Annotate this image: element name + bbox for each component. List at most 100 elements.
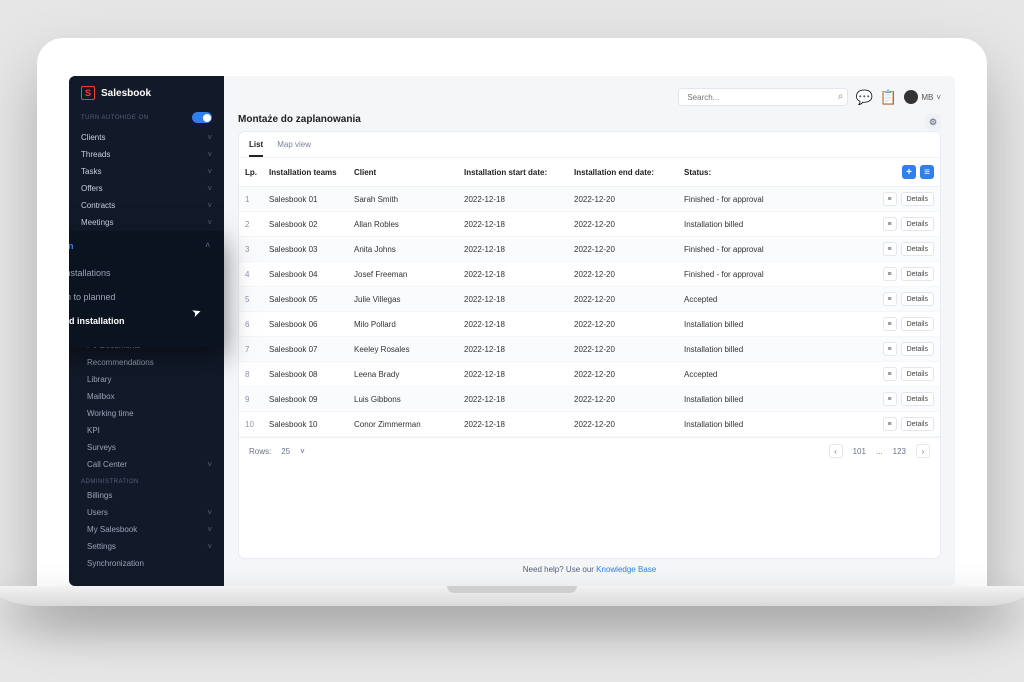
th-end[interactable]: Installation end date: xyxy=(568,158,678,187)
row-menu-button[interactable]: ≡ xyxy=(883,292,897,306)
row-details-button[interactable]: Details xyxy=(901,317,934,331)
chevron-down-icon: ˅ xyxy=(207,201,212,210)
cell-team: Salesbook 07 xyxy=(263,337,348,362)
th-status[interactable]: Status: xyxy=(678,158,872,187)
table-row: 8Salesbook 08Leena Brady2022-12-182022-1… xyxy=(239,362,940,387)
row-menu-button[interactable]: ≡ xyxy=(883,417,897,431)
sidebar-item-my-salesbook[interactable]: My Salesbook˅ xyxy=(69,521,224,538)
sidebar: S Salesbook TURN AUTOHIDE ON Clients˅Thr… xyxy=(69,76,224,586)
page-prev-button[interactable]: ‹ xyxy=(829,444,843,458)
row-details-button[interactable]: Details xyxy=(901,367,934,381)
row-details-button[interactable]: Details xyxy=(901,192,934,206)
sidebar-item-mailbox[interactable]: Mailbox xyxy=(69,388,224,405)
user-menu[interactable]: MB ˅ xyxy=(904,90,941,104)
row-details-button[interactable]: Details xyxy=(901,242,934,256)
chat-icon[interactable]: 💬 xyxy=(856,89,872,105)
cell-lp: 3 xyxy=(239,237,263,262)
sidebar-item-tasks[interactable]: Tasks˅ xyxy=(69,163,224,180)
sidebar-item-offers[interactable]: Offers˅ xyxy=(69,180,224,197)
flyout-opt-toplan[interactable]: Installation to planned xyxy=(69,285,210,309)
row-details-button[interactable]: Details xyxy=(901,392,934,406)
row-menu-button[interactable]: ≡ xyxy=(883,342,897,356)
rows-value[interactable]: 25 xyxy=(281,447,290,456)
search-icon[interactable]: ⌕ xyxy=(838,91,844,102)
th-lp[interactable]: Lp. xyxy=(239,158,263,187)
cell-client: Keeley Rosales xyxy=(348,337,458,362)
chevron-down-icon: ˅ xyxy=(207,525,212,534)
cell-team: Salesbook 03 xyxy=(263,237,348,262)
brand[interactable]: S Salesbook xyxy=(69,76,224,108)
row-menu-button[interactable]: ≡ xyxy=(883,392,897,406)
th-client[interactable]: Client xyxy=(348,158,458,187)
cell-end: 2022-12-20 xyxy=(568,337,678,362)
sidebar-item-synchronization[interactable]: Synchronization xyxy=(69,555,224,572)
th-actions: + ≡ xyxy=(872,158,940,187)
cell-team: Salesbook 01 xyxy=(263,187,348,212)
row-menu-button[interactable]: ≡ xyxy=(883,367,897,381)
gear-icon[interactable]: ⚙ xyxy=(925,114,941,130)
page-last[interactable]: 123 xyxy=(893,447,906,456)
page-next-button[interactable]: › xyxy=(916,444,930,458)
installation-flyout: Installation ˄ Planned installations Ins… xyxy=(69,231,224,347)
row-details-button[interactable]: Details xyxy=(901,342,934,356)
chevron-up-icon[interactable]: ˄ xyxy=(205,241,210,251)
tab-list[interactable]: List xyxy=(249,140,263,157)
row-menu-button[interactable]: ≡ xyxy=(883,267,897,281)
row-details-button[interactable]: Details xyxy=(901,292,934,306)
cell-status: Finished - for approval xyxy=(678,187,872,212)
app-screen: S Salesbook TURN AUTOHIDE ON Clients˅Thr… xyxy=(69,76,955,586)
cell-start: 2022-12-18 xyxy=(458,187,568,212)
search-input[interactable] xyxy=(678,88,848,106)
sidebar-item-recommendations[interactable]: Recommendations xyxy=(69,354,224,371)
sidebar-item-billings[interactable]: Billings xyxy=(69,487,224,504)
avatar xyxy=(904,90,918,104)
sidebar-item-threads[interactable]: Threads˅ xyxy=(69,146,224,163)
cell-client: Josef Freeman xyxy=(348,262,458,287)
row-details-button[interactable]: Details xyxy=(901,417,934,431)
cell-start: 2022-12-18 xyxy=(458,212,568,237)
sidebar-item-library[interactable]: Library xyxy=(69,371,224,388)
chevron-down-icon: ˅ xyxy=(207,150,212,159)
sidebar-item-settings[interactable]: Settings˅ xyxy=(69,538,224,555)
row-details-button[interactable]: Details xyxy=(901,217,934,231)
cell-end: 2022-12-20 xyxy=(568,387,678,412)
add-button[interactable]: + xyxy=(902,165,916,179)
cell-team: Salesbook 04 xyxy=(263,262,348,287)
help-link[interactable]: Knowledge Base xyxy=(596,565,656,574)
row-menu-button[interactable]: ≡ xyxy=(883,217,897,231)
table-footer: Rows: 25 ˅ ‹ 101 ... 123 › xyxy=(239,437,940,464)
sidebar-item-working-time[interactable]: Working time xyxy=(69,405,224,422)
sidebar-item-call-center[interactable]: Call Center˅ xyxy=(69,456,224,473)
sidebar-item-users[interactable]: Users˅ xyxy=(69,504,224,521)
row-menu-button[interactable]: ≡ xyxy=(883,242,897,256)
autohide-toggle[interactable] xyxy=(192,112,212,123)
cell-end: 2022-12-20 xyxy=(568,287,678,312)
cell-status: Installation billed xyxy=(678,387,872,412)
sidebar-item-meetings[interactable]: Meetings˅ xyxy=(69,214,224,231)
list-toggle-button[interactable]: ≡ xyxy=(920,165,934,179)
th-team[interactable]: Installation teams xyxy=(263,158,348,187)
row-menu-button[interactable]: ≡ xyxy=(883,317,897,331)
th-start[interactable]: Installation start date: xyxy=(458,158,568,187)
sidebar-item-kpi[interactable]: KPI xyxy=(69,422,224,439)
sidebar-item-clients[interactable]: Clients˅ xyxy=(69,129,224,146)
flyout-title[interactable]: Installation xyxy=(69,241,74,251)
cell-status: Accepted xyxy=(678,287,872,312)
row-menu-button[interactable]: ≡ xyxy=(883,192,897,206)
notes-icon[interactable]: 📋 xyxy=(880,89,896,105)
cell-client: Luis Gibbons xyxy=(348,387,458,412)
flyout-opt-planned[interactable]: Planned installations xyxy=(69,261,210,285)
cell-start: 2022-12-18 xyxy=(458,237,568,262)
sidebar-item-contracts[interactable]: Contracts˅ xyxy=(69,197,224,214)
row-details-button[interactable]: Details xyxy=(901,267,934,281)
tab-map[interactable]: Map view xyxy=(277,140,311,157)
sidebar-item-surveys[interactable]: Surveys xyxy=(69,439,224,456)
chevron-down-icon[interactable]: ˅ xyxy=(300,447,305,456)
rows-label: Rows: xyxy=(249,447,271,456)
main-pane: ⌕ 💬 📋 MB ˅ Montaże do zaplanowania ⚙ xyxy=(224,76,955,586)
table-row: 6Salesbook 06Milo Pollard2022-12-182022-… xyxy=(239,312,940,337)
cell-team: Salesbook 06 xyxy=(263,312,348,337)
cell-lp: 4 xyxy=(239,262,263,287)
flyout-opt-completed[interactable]: Completed installation xyxy=(69,309,210,333)
cell-lp: 7 xyxy=(239,337,263,362)
